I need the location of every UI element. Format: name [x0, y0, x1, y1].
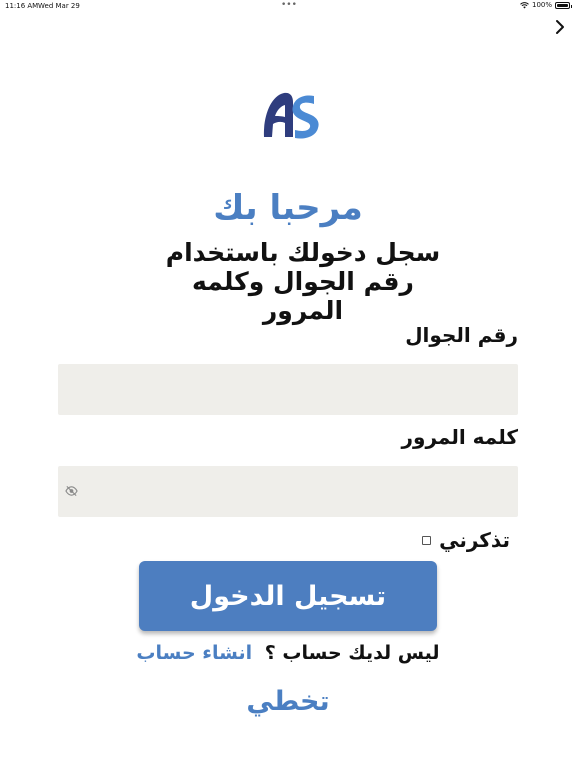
- eye-off-icon[interactable]: [65, 485, 78, 497]
- password-input[interactable]: [58, 466, 518, 517]
- remember-me[interactable]: تذكرني: [422, 528, 510, 552]
- app-logo: [263, 92, 319, 139]
- password-label: كلمه المرور: [401, 425, 518, 449]
- remember-label: تذكرني: [439, 528, 510, 552]
- phone-input[interactable]: [58, 364, 518, 415]
- welcome-heading: مرحبا بك: [213, 188, 363, 228]
- signup-question: ليس لديك حساب ؟: [264, 642, 440, 664]
- battery-fill: [557, 3, 568, 7]
- multitask-dots[interactable]: •••: [281, 0, 297, 10]
- status-right: 100%: [520, 1, 572, 9]
- battery-percent: 100%: [531, 1, 552, 9]
- skip-link[interactable]: تخطي: [0, 686, 576, 717]
- signup-row: ليس لديك حساب ؟ انشاء حساب: [0, 642, 576, 664]
- login-button[interactable]: تسجيل الدخول: [139, 561, 437, 631]
- wifi-icon: [520, 1, 529, 8]
- login-instructions: سجل دخولك باستخدام رقم الجوال وكلمه المر…: [165, 238, 441, 325]
- status-date: Wed Mar 29: [38, 2, 80, 10]
- battery-icon: [555, 1, 572, 9]
- remember-checkbox[interactable]: [422, 535, 432, 545]
- phone-label: رقم الجوال: [405, 323, 518, 347]
- status-time: 11:16 AM: [5, 2, 39, 10]
- login-screen: 11:16 AM Wed Mar 29 ••• 100% مرحبا بك سج…: [0, 0, 576, 768]
- status-bar: 11:16 AM Wed Mar 29 ••• 100%: [0, 0, 576, 12]
- chevron-right-icon[interactable]: [553, 18, 567, 36]
- signup-link[interactable]: انشاء حساب: [136, 642, 252, 664]
